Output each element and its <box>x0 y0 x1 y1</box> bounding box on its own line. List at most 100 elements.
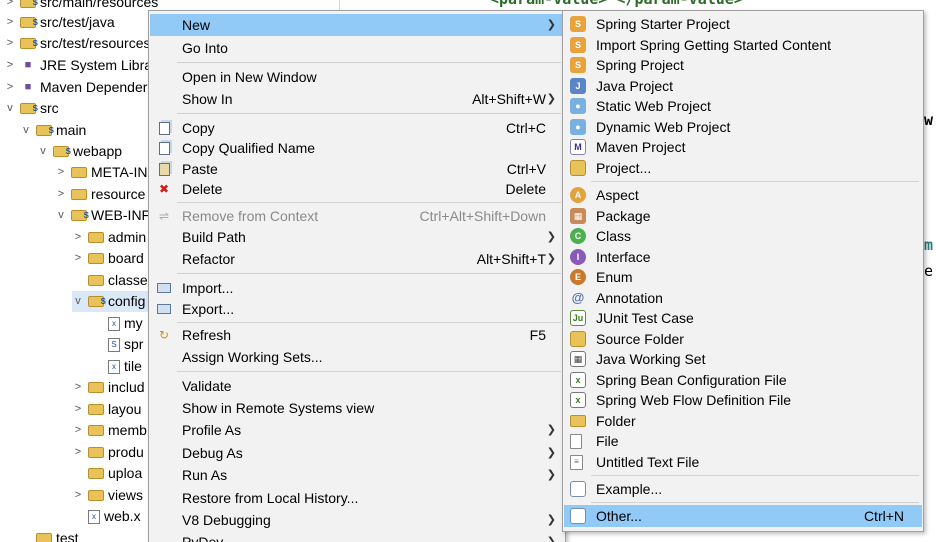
collapse-icon[interactable]: v <box>20 120 32 141</box>
submenu-item-file[interactable]: File <box>564 430 922 452</box>
collapse-icon[interactable]: v <box>72 291 84 312</box>
tree-item[interactable]: > ■ Maven Depender <box>4 77 148 98</box>
menu-item-new[interactable]: New ❯ <box>150 14 564 36</box>
tree-item[interactable]: >src/test/resources <box>4 33 151 54</box>
submenu-item-spring-starter-project[interactable]: S Spring Starter Project <box>564 13 922 35</box>
expand-icon[interactable]: > <box>72 420 84 441</box>
folder-icon <box>20 98 38 119</box>
tree-item[interactable]: x tile <box>92 356 142 377</box>
expand-icon[interactable]: > <box>4 55 16 76</box>
expand-icon[interactable]: > <box>72 377 84 398</box>
submenu-item-enum[interactable]: E Enum <box>564 266 922 288</box>
static-web-project-icon: ● <box>570 98 586 114</box>
expand-icon[interactable]: > <box>72 248 84 269</box>
menu-item-import[interactable]: Import... <box>150 277 564 299</box>
tree-item[interactable]: > META-IN <box>55 162 148 183</box>
submenu-item-maven-project[interactable]: M Maven Project <box>564 136 922 158</box>
menu-item-go-into[interactable]: Go Into <box>150 37 564 59</box>
menu-item-restore-from-local-history[interactable]: Restore from Local History... <box>150 487 564 509</box>
expand-icon[interactable]: > <box>55 162 67 183</box>
tree-item-selected[interactable]: vconfig <box>72 291 152 312</box>
menu-item-profile-as[interactable]: Profile As ❯ <box>150 419 564 441</box>
spring-bean-icon: x <box>570 372 586 388</box>
tree-item[interactable]: vmain <box>20 120 86 141</box>
submenu-item-other[interactable]: Other... Ctrl+N <box>564 505 922 527</box>
submenu-item-package[interactable]: ▦ Package <box>564 205 922 227</box>
collapse-icon[interactable]: v <box>55 205 67 226</box>
expand-icon[interactable]: > <box>4 12 16 33</box>
collapse-icon[interactable]: v <box>4 98 16 119</box>
menu-item-v8-debugging[interactable]: V8 Debugging ❯ <box>150 509 564 531</box>
menu-item-show-in[interactable]: Show In Alt+Shift+W ❯ <box>150 88 564 110</box>
new-submenu: S Spring Starter Project S Import Spring G… <box>562 10 924 532</box>
tree-item[interactable]: vsrc <box>4 98 58 119</box>
editor-code-line: <param-value> </param-value> <box>490 0 743 8</box>
submenu-item-aspect[interactable]: A Aspect <box>564 184 922 206</box>
tree-item[interactable]: > resource <box>55 184 146 205</box>
tree-item[interactable]: Sspr <box>92 334 143 355</box>
submenu-item-class[interactable]: C Class <box>564 225 922 247</box>
tree-item[interactable]: > views <box>72 485 143 506</box>
collapse-icon[interactable]: v <box>37 141 49 162</box>
submenu-arrow-icon: ❯ <box>546 253 556 265</box>
submenu-item-example[interactable]: Example... <box>564 478 922 500</box>
submenu-item-dynamic-web-project[interactable]: ● Dynamic Web Project <box>564 116 922 138</box>
menu-item-open-in-new-window[interactable]: Open in New Window <box>150 66 564 88</box>
tree-item[interactable]: > includ <box>72 377 145 398</box>
menu-separator <box>177 202 561 203</box>
expand-icon[interactable]: > <box>4 77 16 98</box>
expand-icon[interactable]: > <box>55 184 67 205</box>
tree-item[interactable]: vWEB-INF <box>55 205 150 226</box>
menu-item-pydev[interactable]: PyDev ❯ <box>150 531 564 542</box>
menu-item-validate[interactable]: Validate <box>150 375 564 397</box>
tree-item[interactable]: > ■ JRE System Librar <box>4 55 157 76</box>
tree-item[interactable]: > board <box>72 248 144 269</box>
submenu-item-spring-project[interactable]: S Spring Project <box>564 54 922 76</box>
menu-item-refactor[interactable]: Refactor Alt+Shift+T ❯ <box>150 248 564 270</box>
package-icon: ▦ <box>570 208 586 224</box>
menu-item-refresh[interactable]: ↻ Refresh F5 <box>150 324 564 346</box>
submenu-item-import-spring-getting-started[interactable]: S Import Spring Getting Started Content <box>564 34 922 56</box>
expand-icon[interactable]: > <box>72 227 84 248</box>
menu-item-assign-working-sets[interactable]: Assign Working Sets... <box>150 346 564 368</box>
submenu-item-annotation[interactable]: @ Annotation <box>564 287 922 309</box>
tree-item[interactable]: >src/test/java <box>4 12 115 33</box>
tree-item[interactable]: test <box>20 528 79 542</box>
expand-icon[interactable]: > <box>72 485 84 506</box>
interface-icon: I <box>570 249 586 265</box>
tree-item[interactable]: uploa <box>72 463 142 484</box>
submenu-item-project[interactable]: Project... <box>564 157 922 179</box>
tree-item[interactable]: vwebapp <box>37 141 122 162</box>
menu-item-paste[interactable]: Paste Ctrl+V <box>150 158 564 180</box>
submenu-item-interface[interactable]: I Interface <box>564 246 922 268</box>
menu-item-show-in-remote-systems[interactable]: Show in Remote Systems view <box>150 397 564 419</box>
expand-icon[interactable]: > <box>4 33 16 54</box>
expand-icon[interactable]: > <box>72 442 84 463</box>
tree-item[interactable]: classe <box>72 270 148 291</box>
menu-item-copy[interactable]: Copy Ctrl+C <box>150 117 564 139</box>
menu-item-build-path[interactable]: Build Path ❯ <box>150 226 564 248</box>
menu-item-run-as[interactable]: Run As ❯ <box>150 464 564 486</box>
submenu-item-source-folder[interactable]: Source Folder <box>564 328 922 350</box>
tree-item[interactable]: > memb <box>72 420 147 441</box>
menu-item-delete[interactable]: ✖ Delete Delete <box>150 178 564 200</box>
expand-icon[interactable]: > <box>72 399 84 420</box>
submenu-item-java-working-set[interactable]: ▦ Java Working Set <box>564 348 922 370</box>
submenu-item-spring-web-flow-definition-file[interactable]: x Spring Web Flow Definition File <box>564 389 922 411</box>
xml-file-icon: x <box>108 359 120 374</box>
submenu-item-junit-test-case[interactable]: Ju JUnit Test Case <box>564 307 922 329</box>
menu-item-copy-qualified-name[interactable]: Copy Qualified Name <box>150 137 564 159</box>
tree-item[interactable]: x my <box>92 313 143 334</box>
tree-item[interactable]: > produ <box>72 442 144 463</box>
menu-item-export[interactable]: Export... <box>150 298 564 320</box>
tree-item[interactable]: > layou <box>72 399 142 420</box>
submenu-item-spring-bean-configuration-file[interactable]: x Spring Bean Configuration File <box>564 369 922 391</box>
submenu-item-static-web-project[interactable]: ● Static Web Project <box>564 95 922 117</box>
copy-qualified-name-icon <box>156 140 172 156</box>
submenu-item-java-project[interactable]: J Java Project <box>564 75 922 97</box>
menu-item-debug-as[interactable]: Debug As ❯ <box>150 442 564 464</box>
tree-item[interactable]: x web.x <box>72 506 141 527</box>
tree-item[interactable]: > admin <box>72 227 146 248</box>
submenu-item-untitled-text-file[interactable]: ≡ Untitled Text File <box>564 451 922 473</box>
submenu-item-folder[interactable]: Folder <box>564 410 922 432</box>
